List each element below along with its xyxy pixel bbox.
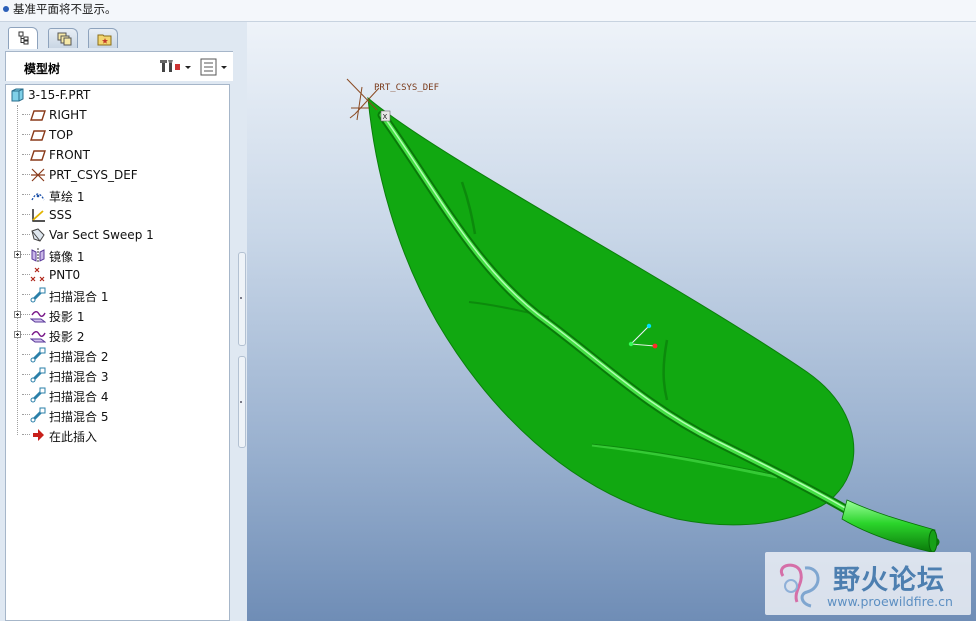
swept-blend-icon bbox=[30, 407, 46, 423]
model-tree-tab[interactable] bbox=[8, 27, 38, 49]
tree-item-label: 投影 1 bbox=[49, 310, 85, 324]
model-tree-title: 模型树 bbox=[24, 62, 61, 76]
expand-toggle[interactable] bbox=[14, 331, 21, 338]
tree-item-label: FRONT bbox=[49, 148, 90, 162]
model-tree-icon bbox=[18, 31, 29, 45]
tree-item-label: Var Sect Sweep 1 bbox=[49, 228, 154, 242]
datum-point-icon bbox=[30, 267, 45, 282]
tree-item-label: 扫描混合 2 bbox=[49, 350, 109, 364]
model-tree: 3-15-F.PRT RIGHT TOP FRONT PRT_CSYS_DEF bbox=[5, 84, 230, 621]
csys-label: PRT_CSYS_DEF bbox=[374, 83, 439, 93]
part-icon bbox=[11, 88, 24, 102]
stem-end-cap bbox=[928, 529, 938, 553]
tree-item-label: SSS bbox=[49, 208, 72, 222]
swept-blend-icon bbox=[30, 347, 46, 363]
tree-item-sketch-1[interactable]: 草绘 1 bbox=[6, 185, 229, 205]
folder-star-icon bbox=[97, 34, 112, 46]
tree-item-var-sect-sweep-1[interactable]: Var Sect Sweep 1 bbox=[6, 225, 229, 245]
splitter-grip-top[interactable] bbox=[238, 252, 246, 346]
tree-item-projection-2[interactable]: 投影 2 bbox=[6, 325, 229, 345]
tree-item-swept-blend-5[interactable]: 扫描混合 5 bbox=[6, 405, 229, 425]
tree-item-label: RIGHT bbox=[49, 108, 87, 122]
axis-marker-label: X bbox=[383, 113, 388, 121]
swept-blend-icon bbox=[30, 387, 46, 403]
sketch-icon bbox=[31, 193, 45, 201]
forum-watermark: 野火论坛 www.proewildfire.cn bbox=[765, 552, 971, 615]
leaf-model-scene: PRT_CSYS_DEF X bbox=[346, 78, 940, 553]
tree-item-label: 扫描混合 3 bbox=[49, 370, 109, 384]
var-sect-sweep-icon bbox=[31, 228, 45, 242]
tree-show-icon bbox=[200, 58, 227, 76]
datum-plane-icon bbox=[30, 110, 46, 121]
tree-item-label: TOP bbox=[49, 128, 74, 142]
tree-item-projection-1[interactable]: 投影 1 bbox=[6, 305, 229, 325]
tree-settings-icon bbox=[160, 60, 191, 72]
layers-icon bbox=[57, 32, 72, 46]
leaf-stem[interactable] bbox=[841, 499, 936, 553]
tree-item-swept-blend-4[interactable]: 扫描混合 4 bbox=[6, 385, 229, 405]
tree-item-front[interactable]: FRONT bbox=[6, 145, 229, 165]
tree-settings-button[interactable] bbox=[159, 57, 193, 77]
navigator-panel: 模型树 3-15-F.PRT RIGHT TOP FRONT PRT_CSYS_… bbox=[0, 22, 247, 621]
watermark-title: 野火论坛 bbox=[833, 565, 945, 596]
expand-toggle[interactable] bbox=[14, 251, 21, 258]
datum-plane-icon bbox=[30, 150, 46, 161]
tree-root-label: 3-15-F.PRT bbox=[28, 88, 91, 102]
coordinate-system-icon bbox=[31, 168, 45, 182]
tree-item-label: 在此插入 bbox=[49, 430, 98, 444]
graphics-viewport[interactable]: PRT_CSYS_DEF X bbox=[247, 22, 976, 621]
tree-item-swept-blend-1[interactable]: 扫描混合 1 bbox=[6, 285, 229, 305]
tree-root-part[interactable]: 3-15-F.PRT bbox=[6, 85, 229, 105]
tree-item-label: 扫描混合 4 bbox=[49, 390, 109, 404]
tree-item-label: PNT0 bbox=[49, 268, 81, 282]
tree-item-label: 投影 2 bbox=[49, 330, 85, 344]
splitter-grip-bottom[interactable] bbox=[238, 356, 246, 448]
favorites-tab[interactable] bbox=[88, 28, 118, 48]
info-bullet-icon bbox=[3, 6, 9, 12]
tree-item-label: 扫描混合 1 bbox=[49, 290, 109, 304]
tree-item-swept-blend-3[interactable]: 扫描混合 3 bbox=[6, 365, 229, 385]
swept-blend-icon bbox=[30, 367, 46, 383]
tree-item-swept-blend-2[interactable]: 扫描混合 2 bbox=[6, 345, 229, 365]
tree-item-label: 扫描混合 5 bbox=[49, 410, 109, 424]
expand-toggle[interactable] bbox=[14, 311, 21, 318]
tree-item-sss[interactable]: SSS bbox=[6, 205, 229, 225]
swept-blend-icon bbox=[30, 287, 46, 303]
layers-tab[interactable] bbox=[48, 28, 78, 48]
datum-plane-icon bbox=[30, 130, 46, 141]
tree-item-right[interactable]: RIGHT bbox=[6, 105, 229, 125]
tree-item-pnt0[interactable]: PNT0 bbox=[6, 265, 229, 285]
tree-item-label: 镜像 1 bbox=[49, 250, 85, 264]
tree-item-label: PRT_CSYS_DEF bbox=[49, 168, 138, 182]
mirror-icon bbox=[31, 248, 45, 262]
tree-item-top[interactable]: TOP bbox=[6, 125, 229, 145]
tree-item-insert-here[interactable]: 在此插入 bbox=[6, 425, 229, 445]
projection-icon bbox=[30, 331, 46, 343]
datum-curve-icon bbox=[32, 209, 45, 222]
panel-splitter[interactable] bbox=[233, 22, 247, 621]
watermark-url: www.proewildfire.cn bbox=[827, 594, 953, 609]
tree-show-button[interactable] bbox=[199, 57, 233, 77]
insert-here-arrow-icon bbox=[33, 429, 44, 441]
message-bar: 基准平面将不显示。 bbox=[0, 0, 976, 22]
leaf-blade[interactable] bbox=[367, 96, 855, 526]
projection-icon bbox=[30, 311, 46, 323]
model-tree-header: 模型树 bbox=[5, 51, 238, 81]
forum-logo-icon bbox=[779, 563, 820, 608]
tree-item-label: 草绘 1 bbox=[49, 190, 85, 204]
tree-item-csys[interactable]: PRT_CSYS_DEF bbox=[6, 165, 229, 185]
status-message: 基准平面将不显示。 bbox=[13, 2, 117, 16]
tree-item-mirror-1[interactable]: 镜像 1 bbox=[6, 245, 229, 265]
